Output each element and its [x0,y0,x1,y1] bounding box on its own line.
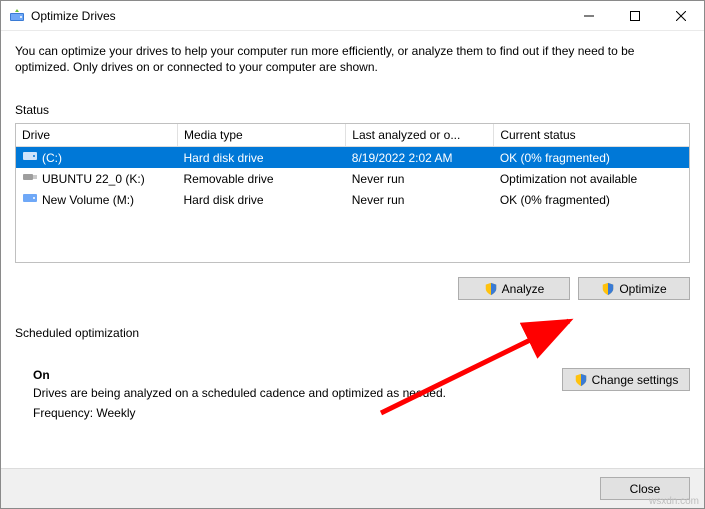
col-drive[interactable]: Drive [16,124,178,147]
action-buttons: Analyze Optimize [15,277,690,300]
last-analyzed-cell: Never run [346,189,494,210]
drives-table-container: Drive Media type Last analyzed or o... C… [15,123,690,263]
drive-name: (C:) [42,151,62,165]
sched-label: Scheduled optimization [15,326,690,340]
drive-name: UBUNTU 22_0 (K:) [42,172,145,186]
shield-icon [601,282,615,296]
drive-icon [22,171,38,186]
media-type-cell: Hard disk drive [178,189,346,210]
col-status[interactable]: Current status [494,124,689,147]
current-status-cell: OK (0% fragmented) [494,189,689,210]
table-row[interactable]: New Volume (M:) Hard disk drive Never ru… [16,189,689,210]
sched-description: Drives are being analyzed on a scheduled… [33,386,542,400]
last-analyzed-cell: 8/19/2022 2:02 AM [346,147,494,169]
close-window-button[interactable] [658,1,704,31]
change-settings-button[interactable]: Change settings [562,368,690,391]
scheduled-optimization-box: On Drives are being analyzed on a schedu… [15,368,690,420]
table-row[interactable]: UBUNTU 22_0 (K:) Removable drive Never r… [16,168,689,189]
shield-icon [574,373,588,387]
content-area: You can optimize your drives to help you… [1,31,704,468]
last-analyzed-cell: Never run [346,168,494,189]
media-type-cell: Removable drive [178,168,346,189]
minimize-button[interactable] [566,1,612,31]
status-label: Status [15,103,690,117]
drive-icon [22,150,38,165]
close-button-label: Close [630,482,661,496]
shield-icon [484,282,498,296]
change-settings-button-label: Change settings [592,373,679,387]
col-last[interactable]: Last analyzed or o... [346,124,494,147]
optimize-button-label: Optimize [619,282,666,296]
analyze-button-label: Analyze [502,282,545,296]
maximize-button[interactable] [612,1,658,31]
media-type-cell: Hard disk drive [178,147,346,169]
sched-frequency: Frequency: Weekly [33,406,542,420]
current-status-cell: Optimization not available [494,168,689,189]
titlebar: Optimize Drives [1,1,704,31]
sched-info: On Drives are being analyzed on a schedu… [15,368,542,420]
optimize-drives-icon [9,8,25,24]
watermark: wsxdn.com [649,496,699,507]
sched-status: On [33,368,542,382]
window-title: Optimize Drives [31,9,566,23]
window: Optimize Drives You can optimize your dr… [0,0,705,509]
intro-text: You can optimize your drives to help you… [15,43,690,75]
col-media[interactable]: Media type [178,124,346,147]
drive-name: New Volume (M:) [42,193,134,207]
footer: Close [1,468,704,508]
analyze-button[interactable]: Analyze [458,277,570,300]
optimize-button[interactable]: Optimize [578,277,690,300]
drive-icon [22,192,38,207]
current-status-cell: OK (0% fragmented) [494,147,689,169]
drives-table[interactable]: Drive Media type Last analyzed or o... C… [16,124,689,210]
table-row[interactable]: (C:) Hard disk drive 8/19/2022 2:02 AM O… [16,147,689,169]
